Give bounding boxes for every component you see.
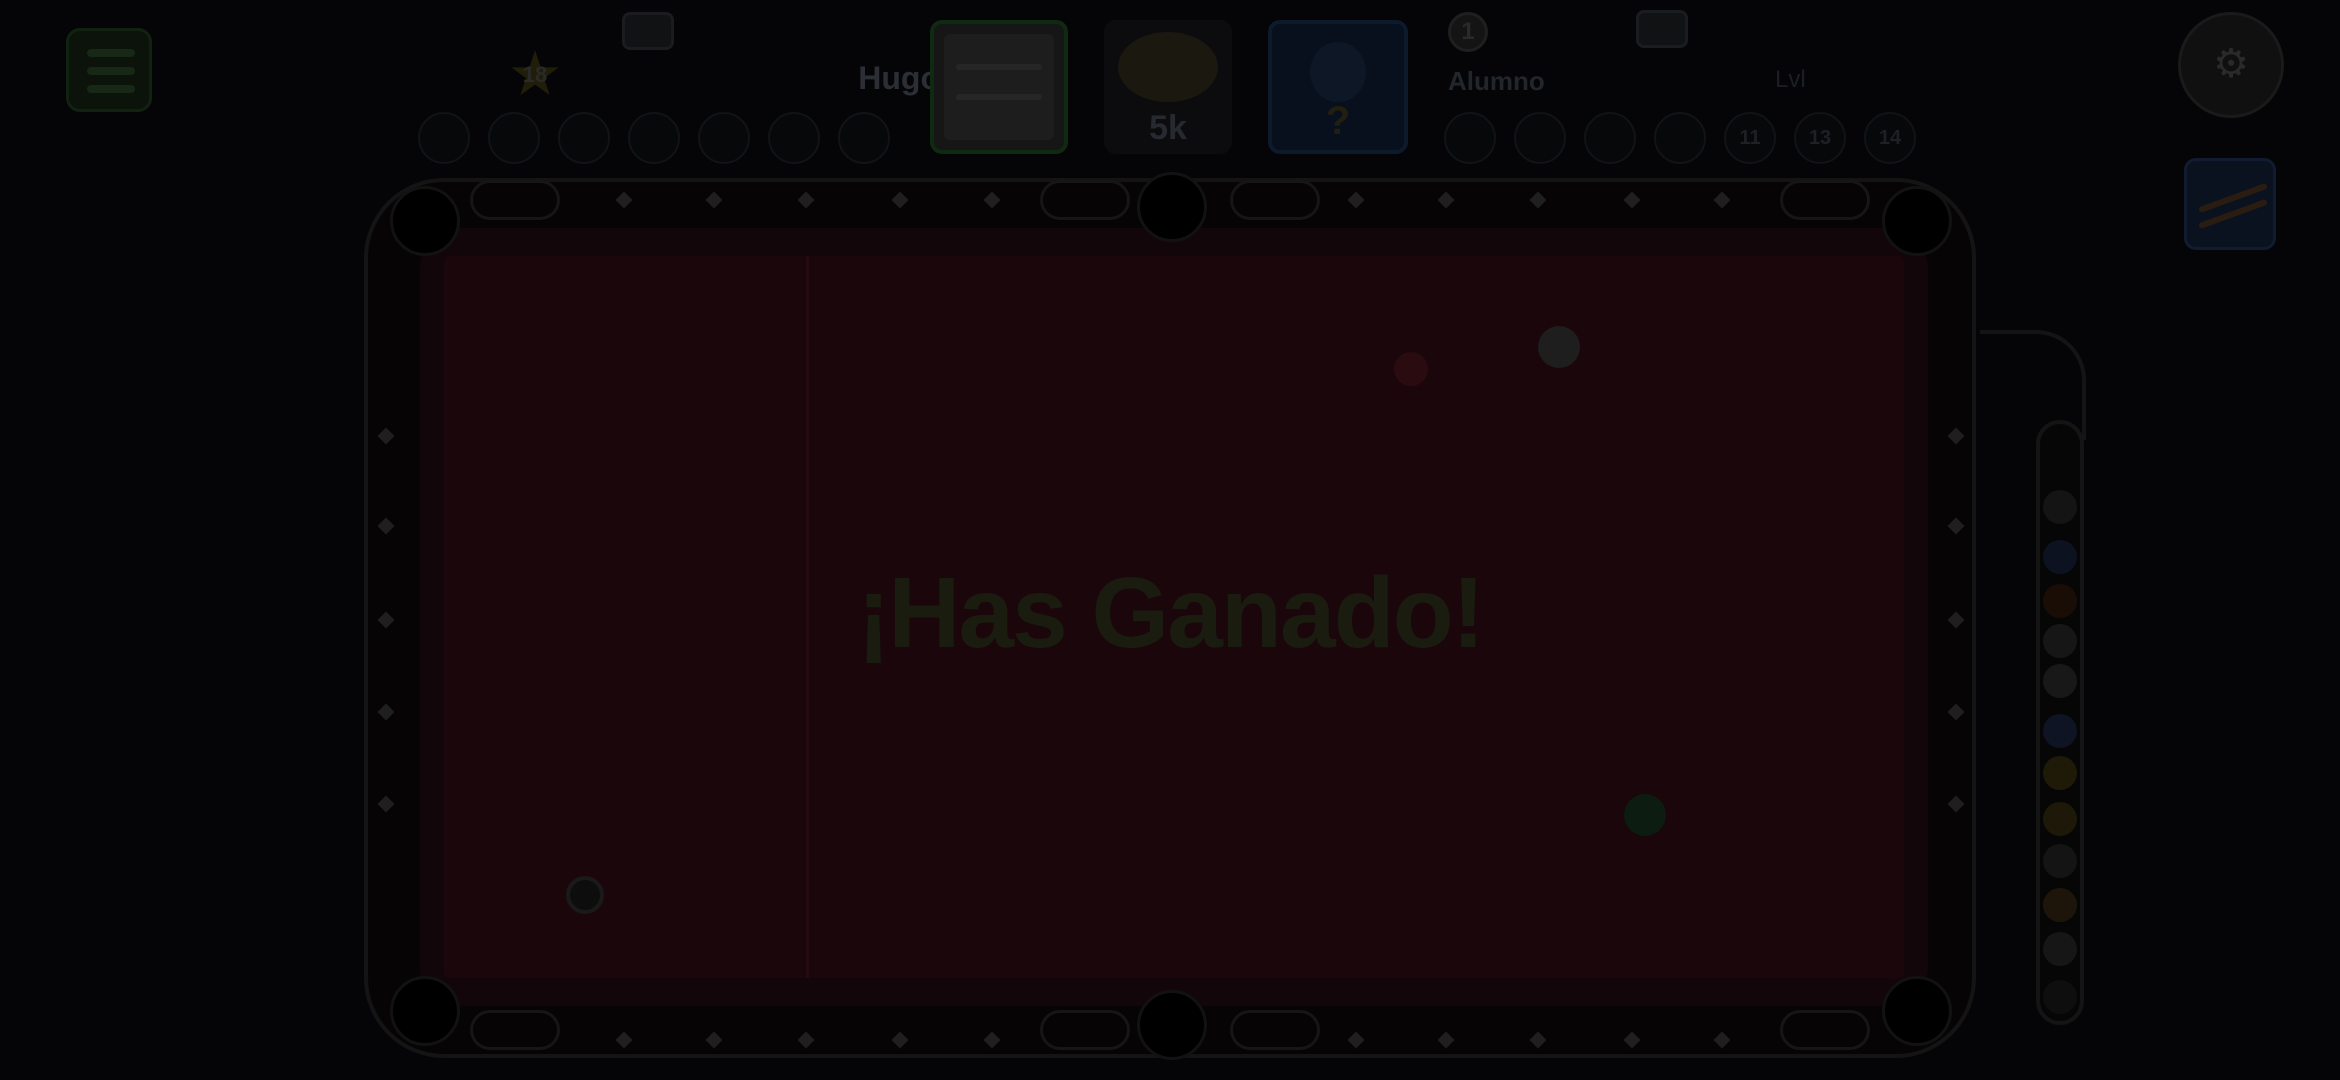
rack-ball — [2043, 802, 2077, 836]
opponent-ball-slot: 13 — [1794, 112, 1846, 164]
opponent-ball-slot — [1654, 112, 1706, 164]
pocket — [1882, 976, 1952, 1046]
chat-icon[interactable] — [1636, 10, 1688, 48]
rail-ornament — [470, 180, 560, 220]
opponent-level: Lvl — [1775, 66, 1806, 93]
pocket — [390, 976, 460, 1046]
rail-ornament — [1780, 1010, 1870, 1050]
opponent-rank-badge: 1 — [1448, 12, 1488, 52]
pocket — [390, 186, 460, 256]
cue-icon — [2198, 182, 2268, 214]
cue-ball — [1538, 326, 1580, 368]
opponent-name: Alumno — [1448, 66, 1545, 96]
menu-icon — [87, 49, 135, 57]
avatar-detail — [956, 94, 1042, 100]
rail-ornament — [1230, 180, 1320, 220]
opponent-ball-slot: 11 — [1724, 112, 1776, 164]
player-ball-slot — [628, 112, 680, 164]
player-ball-slot — [698, 112, 750, 164]
player-name: Hugo — [858, 60, 940, 96]
rail-ornament — [1040, 1010, 1130, 1050]
opponent-ball-slot: 14 — [1864, 112, 1916, 164]
opponent-ball-slot — [1514, 112, 1566, 164]
player-level: 18 — [522, 62, 548, 87]
settings-button[interactable]: ⚙ — [2178, 12, 2284, 118]
player-ball-slot — [418, 112, 470, 164]
menu-icon-bar — [87, 85, 135, 93]
player-ball-slot — [488, 112, 540, 164]
avatar-detail — [956, 64, 1042, 70]
cue-button[interactable] — [2184, 158, 2276, 250]
rail-ornament — [1780, 180, 1870, 220]
pocket — [1137, 172, 1207, 242]
pocket — [1882, 186, 1952, 256]
opponent-ball-slot — [1444, 112, 1496, 164]
opponent-avatar-placeholder: ? — [1325, 99, 1351, 143]
rack-ball — [2043, 490, 2077, 524]
rack-ball — [2043, 714, 2077, 748]
rack-ball — [2043, 888, 2077, 922]
silhouette-icon — [1310, 42, 1366, 102]
eight-ball — [566, 876, 604, 914]
green-ball — [1624, 794, 1666, 836]
settings-icon: ⚙ — [2213, 42, 2249, 86]
rail-ornament — [470, 1010, 560, 1050]
red-ball — [1394, 352, 1428, 386]
rack-ball — [2043, 980, 2077, 1014]
player-ball-slot — [768, 112, 820, 164]
player-ball-slot — [838, 112, 890, 164]
rail-ornament — [1230, 1010, 1320, 1050]
coins-icon — [1118, 32, 1218, 102]
chat-icon[interactable] — [622, 12, 674, 50]
prize-pot: 5k — [1104, 20, 1232, 154]
avatar-image — [944, 34, 1054, 140]
rack-ball — [2043, 844, 2077, 878]
rail-ornament — [1040, 180, 1130, 220]
pocket — [1137, 990, 1207, 1060]
prize-amount: 5k — [1149, 109, 1187, 147]
rack-ball — [2043, 932, 2077, 966]
opponent-ball-slot — [1584, 112, 1636, 164]
player-ball-slot — [558, 112, 610, 164]
win-message: ¡Has Ganado! — [856, 557, 1485, 669]
menu-button[interactable] — [66, 28, 152, 112]
rack-ball — [2043, 756, 2077, 790]
opponent-avatar[interactable]: ? — [1268, 20, 1408, 154]
menu-icon-bar — [87, 67, 135, 75]
player-avatar[interactable] — [930, 20, 1068, 154]
